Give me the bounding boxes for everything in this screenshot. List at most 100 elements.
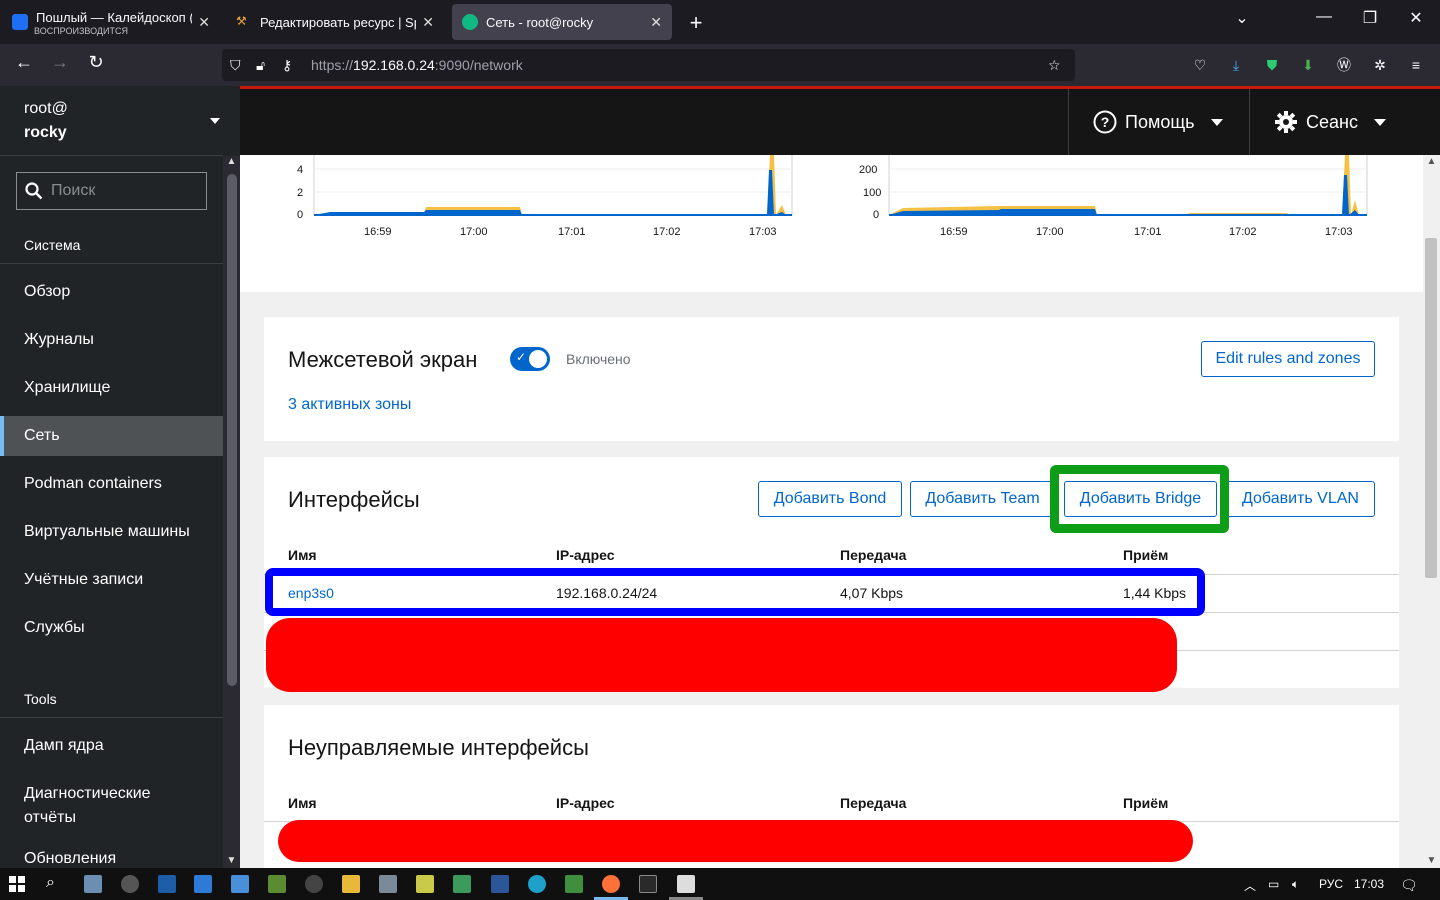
help-menu-button[interactable]: ? Помощь (1068, 89, 1250, 155)
close-window-icon[interactable]: ✕ (1404, 8, 1428, 28)
store-icon[interactable] (194, 875, 212, 893)
host-selector[interactable]: root@ rocky (0, 86, 223, 156)
search-icon[interactable]: ⌕ (46, 874, 55, 892)
calculator-icon[interactable] (84, 875, 102, 893)
tab-list-icon[interactable]: ⌄ (1230, 8, 1254, 28)
url-bar[interactable]: ⛉ 🔓︎ ⚷ https://192.168.0.24:9090/network… (222, 49, 1075, 81)
scroll-down-icon[interactable]: ▼ (1423, 855, 1440, 866)
add-bond-button[interactable]: Добавить Bond (758, 481, 902, 517)
browser-tab-bar: Пошлый — Калейдоскоп (Кали ВОСПРОИЗВОДИТ… (0, 0, 1440, 44)
sidebar-item-logs[interactable]: Журналы (0, 320, 223, 360)
extension-icon[interactable]: ✲ (1370, 55, 1390, 75)
y-tick: 100 (863, 187, 882, 199)
app-icon[interactable] (677, 875, 695, 893)
caret-down-icon (1210, 118, 1223, 126)
restore-icon[interactable]: ❐ (1358, 8, 1382, 28)
terminal-icon[interactable] (639, 875, 657, 893)
bookmark-star-icon[interactable]: ☆ (1048, 57, 1061, 74)
browser-tab-network[interactable]: Сеть - root@rocky ✕ (452, 4, 672, 40)
word-icon[interactable] (491, 875, 509, 893)
x-tick: 17:01 (1134, 226, 1162, 238)
network-icon[interactable]: ▭ (1268, 877, 1279, 891)
firewall-toggle[interactable]: ✓ (510, 347, 550, 371)
clock[interactable]: 17:03 (1354, 877, 1384, 891)
sidebar-item-accounts[interactable]: Учётные записи (0, 560, 223, 600)
back-icon[interactable]: ← (12, 52, 36, 73)
pocket-icon[interactable]: ♡ (1190, 55, 1210, 75)
adblock-shield-icon[interactable]: ⛊ (1262, 55, 1282, 75)
help-icon: ? (1093, 110, 1117, 134)
notifications-icon[interactable]: 🗨︎ (1400, 877, 1418, 894)
transmit-chart (313, 155, 793, 216)
scroll-up-icon[interactable]: ▲ (223, 156, 240, 167)
taskbar: ⌕ ︿ ▭ 🔈︎ РУС 17:03 🗨︎ (0, 868, 1440, 900)
control-panel-icon[interactable] (231, 875, 249, 893)
add-team-button[interactable]: Добавить Team (910, 481, 1055, 517)
forward-icon[interactable]: → (48, 52, 72, 73)
firefox-icon[interactable] (602, 875, 620, 893)
scroll-down-icon[interactable]: ▼ (223, 855, 240, 866)
minecraft-icon[interactable] (268, 875, 286, 893)
help-label: Помощь (1125, 111, 1195, 132)
download-helper-icon[interactable]: ⬇ (1298, 55, 1318, 75)
interfaces-title: Интерфейсы (288, 487, 420, 512)
close-icon[interactable]: ✕ (422, 14, 434, 31)
close-icon[interactable]: ✕ (650, 14, 662, 31)
file-explorer-icon[interactable] (342, 875, 360, 893)
search-input[interactable]: Поиск (16, 172, 207, 210)
sidebar-item-vms[interactable]: Виртуальные машины (0, 512, 223, 552)
sidebar-item-overview[interactable]: Обзор (0, 272, 223, 312)
menu-icon[interactable]: ≡ (1406, 55, 1426, 75)
redaction-mark (266, 618, 1177, 692)
scroll-up-icon[interactable]: ▲ (1423, 156, 1440, 167)
session-label: Сеанс (1306, 111, 1358, 132)
sidebar-scroll-thumb[interactable] (227, 174, 237, 686)
main-scroll-thumb[interactable] (1425, 238, 1437, 578)
w-extension-icon[interactable]: Ⓦ (1334, 55, 1354, 75)
notepad-icon[interactable] (416, 875, 434, 893)
edit-rules-button[interactable]: Edit rules and zones (1201, 341, 1375, 377)
network-app-icon[interactable] (453, 875, 471, 893)
shield-icon[interactable]: ⛉ (230, 57, 241, 74)
reload-icon[interactable]: ↻ (84, 52, 108, 73)
app-icon[interactable] (379, 875, 397, 893)
unmanaged-title: Неуправляемые интерфейсы (288, 735, 589, 760)
sidebar-item-podman[interactable]: Podman containers (0, 464, 223, 504)
x-tick: 17:00 (460, 226, 488, 238)
y-tick: 0 (873, 209, 880, 221)
divider (0, 263, 223, 264)
session-menu-button[interactable]: Сеанс (1249, 89, 1419, 155)
gear-icon (1275, 111, 1297, 133)
caret-down-icon (1373, 118, 1386, 126)
close-icon[interactable]: ✕ (198, 14, 210, 31)
browser-tab-music[interactable]: Пошлый — Калейдоскоп (Кали ВОСПРОИЗВОДИТ… (2, 4, 220, 40)
language-indicator[interactable]: РУС (1319, 877, 1343, 891)
visual-studio-icon[interactable] (158, 875, 176, 893)
sidebar-item-kdump[interactable]: Дамп ядра (0, 726, 223, 766)
app-icon[interactable] (121, 875, 139, 893)
col-name: Имя (288, 547, 317, 563)
app-icon[interactable] (565, 875, 583, 893)
minimize-icon[interactable]: — (1312, 8, 1336, 26)
volume-icon[interactable]: 🔈︎ (1292, 877, 1299, 892)
sidebar-item-network[interactable]: Сеть (0, 416, 223, 456)
browser-tab-spigot[interactable]: ⚒ Редактировать ресурс | SpigotM ✕ (226, 4, 444, 40)
x-tick: 16:59 (940, 226, 968, 238)
lock-warning-icon[interactable]: 🔓︎ (256, 57, 265, 74)
edge-icon[interactable] (528, 875, 546, 893)
toggle-knob (529, 350, 547, 368)
permissions-icon[interactable]: ⚷ (282, 57, 292, 74)
sidebar-item-diagnostics[interactable]: Диагностические отчёты (0, 782, 200, 830)
app-icon[interactable] (305, 875, 323, 893)
sidebar-item-services[interactable]: Службы (0, 608, 223, 648)
sidebar-item-storage[interactable]: Хранилище (0, 368, 223, 408)
col-rx: Приём (1123, 795, 1169, 811)
download-icon[interactable]: ⤓ (1226, 55, 1246, 75)
chevron-up-icon[interactable]: ︿ (1244, 877, 1256, 894)
new-tab-button[interactable]: + (684, 10, 708, 36)
add-vlan-button[interactable]: Добавить VLAN (1226, 481, 1375, 517)
windows-start-icon[interactable] (9, 876, 25, 892)
highlight-interface-row (265, 568, 1205, 616)
col-ip: IP-адрес (556, 547, 615, 563)
active-zones-link[interactable]: 3 активных зоны (288, 396, 411, 414)
